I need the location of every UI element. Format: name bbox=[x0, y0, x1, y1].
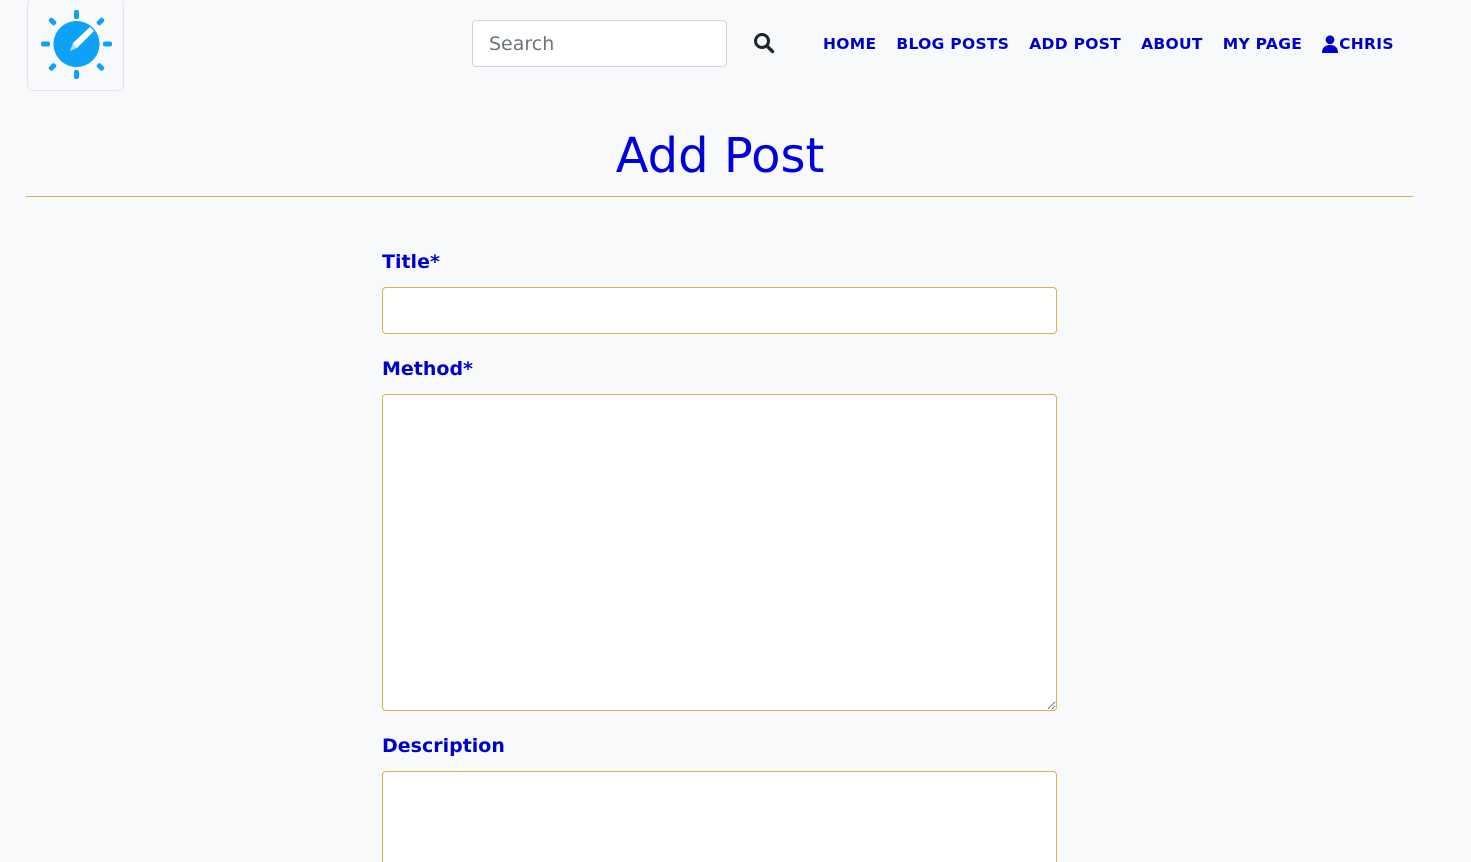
method-textarea[interactable] bbox=[382, 394, 1057, 711]
page: HOME BLOG POSTS ADD POST ABOUT MY PAGE C… bbox=[0, 0, 1471, 862]
search-input[interactable] bbox=[472, 20, 727, 67]
site-logo[interactable] bbox=[27, 0, 124, 91]
page-title: Add Post bbox=[615, 128, 825, 184]
description-label: Description bbox=[382, 735, 505, 757]
user-icon bbox=[1322, 35, 1339, 53]
search-icon bbox=[754, 33, 775, 54]
nav-about-link[interactable]: ABOUT bbox=[1141, 34, 1203, 54]
title-input[interactable] bbox=[382, 287, 1057, 334]
title-divider bbox=[26, 196, 1413, 197]
nav-user-link[interactable]: CHRIS bbox=[1322, 34, 1394, 54]
main-nav: HOME BLOG POSTS ADD POST ABOUT MY PAGE C… bbox=[823, 34, 1394, 54]
method-label: Method* bbox=[382, 358, 473, 380]
title-label: Title* bbox=[382, 251, 440, 273]
nav-add-post-link[interactable]: ADD POST bbox=[1029, 34, 1121, 54]
nav-home-link[interactable]: HOME bbox=[823, 34, 876, 54]
nav-my-page-link[interactable]: MY PAGE bbox=[1223, 34, 1302, 54]
description-textarea[interactable] bbox=[382, 771, 1057, 862]
user-name: CHRIS bbox=[1339, 35, 1394, 53]
nav-blog-posts-link[interactable]: BLOG POSTS bbox=[896, 34, 1009, 54]
search-button[interactable] bbox=[747, 27, 781, 61]
gauge-pencil-icon bbox=[41, 10, 112, 79]
